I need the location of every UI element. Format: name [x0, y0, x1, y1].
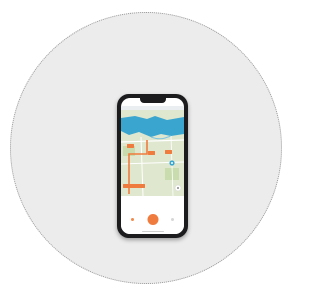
home-icon[interactable] [131, 218, 134, 221]
map-view[interactable] [121, 110, 184, 196]
phone-mockup [117, 94, 188, 238]
home-indicator [141, 230, 164, 232]
route-marker[interactable] [148, 151, 155, 155]
map-road [170, 135, 174, 196]
start-button[interactable] [147, 214, 158, 225]
map-road [121, 139, 184, 143]
route-marker[interactable] [165, 150, 172, 154]
phone-screen [121, 98, 184, 234]
map-water [121, 116, 184, 137]
map-pin-icon[interactable] [169, 160, 175, 166]
map-water-shore [150, 135, 172, 140]
route-marker[interactable] [127, 144, 134, 148]
phone-notch [139, 98, 166, 103]
route-marker[interactable] [123, 184, 145, 188]
locate-icon[interactable] [174, 184, 182, 192]
profile-icon[interactable] [171, 218, 174, 221]
bottom-panel [121, 196, 184, 234]
tab-bar [121, 212, 184, 228]
map-canvas [121, 116, 184, 196]
